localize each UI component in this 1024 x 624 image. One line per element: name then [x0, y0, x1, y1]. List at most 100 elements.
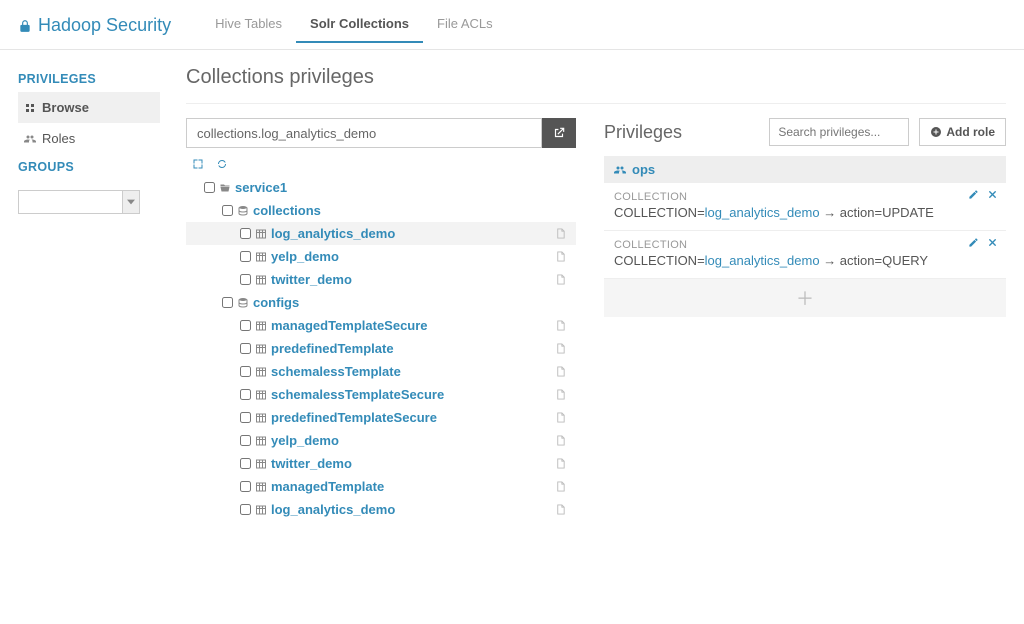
tree-node[interactable]: predefinedTemplate — [186, 337, 576, 360]
file-icon — [555, 435, 572, 446]
file-icon — [555, 389, 572, 400]
file-icon — [555, 251, 572, 262]
tab-solr-collections[interactable]: Solr Collections — [296, 8, 423, 43]
role-header[interactable]: ops — [604, 156, 1006, 183]
tree-checkbox[interactable] — [240, 458, 251, 469]
file-icon — [555, 366, 572, 377]
table-icon — [255, 481, 267, 493]
group-select-caret[interactable] — [122, 190, 140, 214]
tree-checkbox[interactable] — [240, 366, 251, 377]
tree-node-label[interactable]: yelp_demo — [271, 249, 339, 264]
tree-checkbox[interactable] — [240, 481, 251, 492]
users-icon — [614, 164, 626, 176]
table-icon — [255, 343, 267, 355]
plus-circle-icon — [930, 126, 942, 138]
refresh-icon[interactable] — [216, 158, 228, 170]
file-icon — [555, 481, 572, 492]
tab-file-acls[interactable]: File ACLs — [423, 8, 507, 43]
tree-node-label[interactable]: twitter_demo — [271, 272, 352, 287]
tree-checkbox[interactable] — [240, 274, 251, 285]
tree-checkbox[interactable] — [240, 320, 251, 331]
sidebar-heading: PRIVILEGES — [18, 66, 160, 92]
tree-node-label[interactable]: managedTemplateSecure — [271, 318, 428, 333]
privileges-search-input[interactable] — [769, 118, 909, 146]
tree-node-label[interactable]: yelp_demo — [271, 433, 339, 448]
tree-checkbox[interactable] — [240, 343, 251, 354]
edit-icon[interactable] — [968, 189, 979, 200]
users-icon — [24, 133, 36, 145]
expand-all-icon[interactable] — [192, 158, 204, 170]
privilege-body: COLLECTION=log_analytics_demo → action=Q… — [614, 251, 996, 268]
tree-node[interactable]: collections — [186, 199, 576, 222]
tree-node-label[interactable]: log_analytics_demo — [271, 226, 395, 241]
sidebar-item-roles[interactable]: Roles — [18, 123, 160, 154]
lock-icon — [18, 19, 32, 33]
tree-node-label[interactable]: twitter_demo — [271, 456, 352, 471]
tree-node[interactable]: configs — [186, 291, 576, 314]
role-name: ops — [632, 162, 655, 177]
file-icon — [555, 504, 572, 515]
tree-checkbox[interactable] — [222, 205, 233, 216]
add-privilege-row[interactable]: ＋ — [604, 279, 1006, 317]
edit-icon[interactable] — [968, 237, 979, 248]
tree-checkbox[interactable] — [240, 228, 251, 239]
tree-node[interactable]: managedTemplate — [186, 475, 576, 498]
tree-node[interactable]: yelp_demo — [186, 429, 576, 452]
open-path-button[interactable] — [542, 118, 576, 148]
tree-node-label[interactable]: schemalessTemplate — [271, 364, 401, 379]
tree-node[interactable]: log_analytics_demo — [186, 222, 576, 245]
table-icon — [255, 504, 267, 516]
table-icon — [255, 412, 267, 424]
tree-node-label[interactable]: configs — [253, 295, 299, 310]
external-link-icon — [552, 126, 566, 140]
tree-checkbox[interactable] — [240, 504, 251, 515]
tree-checkbox[interactable] — [240, 251, 251, 262]
tree-checkbox[interactable] — [240, 389, 251, 400]
tree-checkbox[interactable] — [240, 412, 251, 423]
table-icon — [255, 251, 267, 263]
add-role-button[interactable]: Add role — [919, 118, 1006, 146]
group-select[interactable] — [18, 190, 160, 214]
app-brand[interactable]: Hadoop Security — [18, 15, 171, 36]
tree-node-label[interactable]: log_analytics_demo — [271, 502, 395, 517]
table-icon — [255, 228, 267, 240]
tree-node-label[interactable]: predefinedTemplate — [271, 341, 394, 356]
folder-open-icon — [219, 182, 231, 194]
tree-node-label[interactable]: predefinedTemplateSecure — [271, 410, 437, 425]
privilege-target-link[interactable]: log_analytics_demo — [705, 205, 820, 220]
privilege-body: COLLECTION=log_analytics_demo → action=U… — [614, 203, 996, 220]
tree-checkbox[interactable] — [240, 435, 251, 446]
chevron-down-icon — [127, 198, 135, 206]
tree-node-label[interactable]: service1 — [235, 180, 287, 195]
tree-node[interactable]: yelp_demo — [186, 245, 576, 268]
tree-node[interactable]: twitter_demo — [186, 268, 576, 291]
group-select-input[interactable] — [18, 190, 122, 214]
tree-node[interactable]: log_analytics_demo — [186, 498, 576, 521]
tree-node[interactable]: twitter_demo — [186, 452, 576, 475]
path-input[interactable] — [186, 118, 542, 148]
file-icon — [555, 343, 572, 354]
sidebar-heading: GROUPS — [18, 154, 160, 180]
tree-node[interactable]: predefinedTemplateSecure — [186, 406, 576, 429]
tree-node[interactable]: service1 — [186, 176, 576, 199]
tab-hive-tables[interactable]: Hive Tables — [201, 8, 296, 43]
tree-node-label[interactable]: collections — [253, 203, 321, 218]
tree-node[interactable]: managedTemplateSecure — [186, 314, 576, 337]
delete-icon[interactable] — [987, 189, 998, 200]
privilege-card: COLLECTIONCOLLECTION=log_analytics_demo … — [604, 231, 1006, 279]
file-icon — [555, 458, 572, 469]
top-tabs: Hive TablesSolr CollectionsFile ACLs — [201, 8, 507, 43]
tree-node[interactable]: schemalessTemplateSecure — [186, 383, 576, 406]
tree-node-label[interactable]: schemalessTemplateSecure — [271, 387, 444, 402]
table-icon — [255, 320, 267, 332]
sidebar-item-label: Roles — [42, 131, 75, 146]
table-icon — [255, 458, 267, 470]
sidebar-item-browse[interactable]: Browse — [18, 92, 160, 123]
privilege-target-link[interactable]: log_analytics_demo — [705, 253, 820, 268]
tree-checkbox[interactable] — [204, 182, 215, 193]
delete-icon[interactable] — [987, 237, 998, 248]
file-icon — [555, 412, 572, 423]
tree-node-label[interactable]: managedTemplate — [271, 479, 384, 494]
tree-checkbox[interactable] — [222, 297, 233, 308]
tree-node[interactable]: schemalessTemplate — [186, 360, 576, 383]
